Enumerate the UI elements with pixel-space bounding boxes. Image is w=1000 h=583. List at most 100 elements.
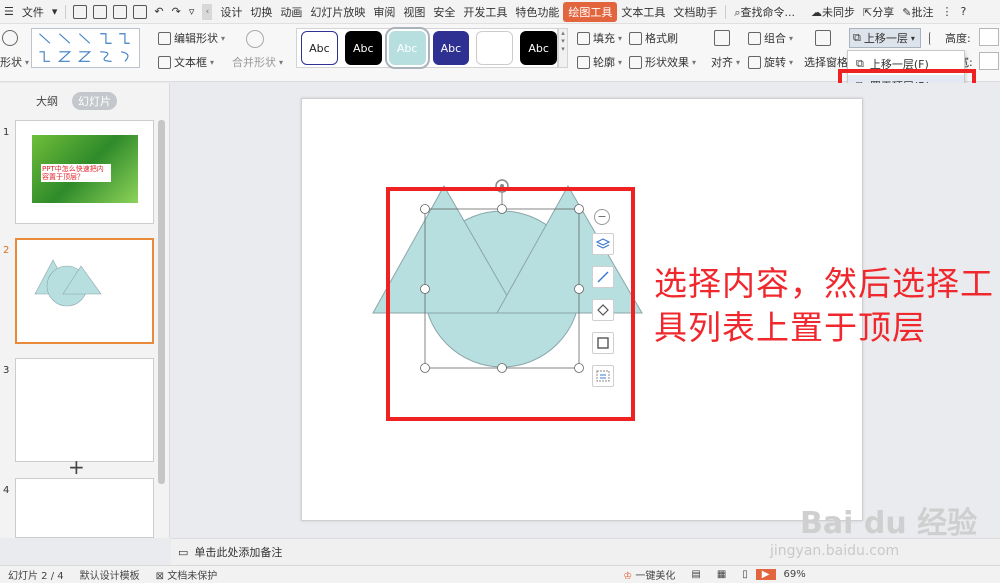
fill-button[interactable]: 填充 ▾ <box>577 30 622 46</box>
chevron-down-icon: ▾ <box>910 33 915 43</box>
hamburger-icon[interactable]: ☰ <box>0 5 18 18</box>
share-button[interactable]: ⇱分享 <box>859 4 898 20</box>
slide-number: 4 <box>3 485 10 496</box>
print-icon[interactable] <box>113 4 128 19</box>
panel-scrollbar[interactable] <box>158 120 165 484</box>
shape-label: 形状 <box>0 56 22 69</box>
template-name[interactable]: 默认设计模板 <box>72 567 148 582</box>
selection-pane-label: 选择窗格 <box>804 56 848 69</box>
tab-slideshow[interactable]: 幻灯片放映 <box>306 4 369 20</box>
undo-icon[interactable]: ↶ <box>150 5 167 18</box>
chevron-down-icon: ▾ <box>25 57 30 67</box>
tab-doc-assistant[interactable]: 文档助手 <box>669 4 721 20</box>
shape-button[interactable]: 形状 ▾ <box>0 54 29 70</box>
slide-thumbnail-4[interactable] <box>15 478 154 538</box>
tab-features[interactable]: 特色功能 <box>511 4 563 20</box>
textbox-label: 文本框 <box>174 56 207 69</box>
menu-file[interactable]: 文件 <box>18 4 48 20</box>
tab-animation[interactable]: 动画 <box>276 4 306 20</box>
thumbnail-shapes <box>34 259 102 307</box>
align-button[interactable]: 对齐 ▾ <box>711 54 740 70</box>
align-label: 对齐 <box>711 56 733 69</box>
play-button[interactable]: ▶ <box>755 569 776 580</box>
search-command[interactable]: ⌕查找命令... <box>730 4 799 20</box>
connector-gallery[interactable] <box>31 28 140 68</box>
shape-insert-icon[interactable] <box>2 30 18 46</box>
format-painter-icon[interactable] <box>93 4 108 19</box>
merge-shape-icon[interactable] <box>246 30 264 48</box>
style-swatch-black[interactable]: Abc <box>344 31 382 65</box>
textbox-icon <box>158 55 171 69</box>
chevron-down-icon: ▾ <box>736 57 741 67</box>
help-button[interactable]: ? <box>956 5 970 18</box>
redo-icon[interactable]: ↷ <box>168 5 185 18</box>
style-swatch-white[interactable] <box>476 31 514 65</box>
selection-pane-icon[interactable] <box>815 30 831 46</box>
cloud-icon: ☁ <box>811 5 823 19</box>
chevron-down-icon: ▾ <box>618 33 623 43</box>
chevron-down-icon: ▾ <box>221 33 226 43</box>
chevron-down-icon: ▾ <box>279 57 284 67</box>
merge-shape-button[interactable]: 合并形状 ▾ <box>232 54 283 70</box>
tab-drawing-tools[interactable]: 绘图工具 <box>563 1 618 22</box>
tab-security[interactable]: 安全 <box>429 4 459 20</box>
tab-review[interactable]: 审阅 <box>369 4 399 20</box>
tab-developer[interactable]: 开发工具 <box>459 4 511 20</box>
height-field[interactable] <box>979 28 999 46</box>
slide-number: 3 <box>3 365 10 376</box>
gallery-scroll[interactable]: ▴ ▾ ▾ <box>558 28 568 68</box>
slide-thumbnail-2[interactable] <box>15 238 154 344</box>
style-swatch-white-outline[interactable]: Abc <box>301 31 338 65</box>
save-icon[interactable] <box>73 4 88 19</box>
group-icon <box>748 31 761 45</box>
tab-outline[interactable]: 大纲 <box>30 92 64 110</box>
shape-effects-button[interactable]: 形状效果 ▾ <box>629 54 696 70</box>
tab-transition[interactable]: 切换 <box>246 4 276 20</box>
print-preview-icon[interactable] <box>133 4 148 19</box>
zoom-level[interactable]: 69% <box>776 569 814 580</box>
comment-button[interactable]: ✎批注 <box>898 4 937 20</box>
view-sorter-icon[interactable]: ▦ <box>709 569 734 580</box>
annotation-text: 选择内容，然后选择工具列表上置于顶层 <box>654 264 994 347</box>
protect-status[interactable]: ⊠ 文档未保护 <box>148 567 226 582</box>
outline-button[interactable]: 轮廓 ▾ <box>577 54 622 70</box>
more-icon[interactable]: ⋮ <box>937 5 956 18</box>
outline-icon <box>577 55 590 69</box>
edit-shape-button[interactable]: 编辑形状 ▾ <box>158 30 225 46</box>
share-label: 分享 <box>872 5 895 19</box>
rotate-button[interactable]: 旋转 ▾ <box>748 54 793 70</box>
beautify-button[interactable]: ♔ 一键美化 <box>615 567 683 582</box>
customize-icon[interactable]: ▿ <box>185 5 199 18</box>
tab-scroll-left-icon[interactable]: ‹ <box>202 3 213 20</box>
fill-label: 填充 <box>593 32 615 45</box>
style-swatch-navy[interactable]: Abc <box>432 31 470 65</box>
tab-slides[interactable]: 幻灯片 <box>72 92 117 110</box>
tab-view[interactable]: 视图 <box>399 4 429 20</box>
textbox-button[interactable]: 文本框 ▾ <box>158 54 214 70</box>
rotate-icon <box>748 55 761 69</box>
align-icon[interactable] <box>714 30 730 46</box>
search-label: 查找命令... <box>740 5 796 19</box>
edit-shape-label: 编辑形状 <box>174 32 218 45</box>
bring-forward-button[interactable]: ⧉ 上移一层 ▾ <box>849 28 921 48</box>
slide-thumbnail-3[interactable] <box>15 358 154 462</box>
bring-forward-label: 上移一层 <box>863 32 908 45</box>
view-normal-icon[interactable]: ▤ <box>683 569 708 580</box>
style-swatch-black-2[interactable]: Abc <box>520 31 557 65</box>
selection-pane-button[interactable]: 选择窗格 <box>804 54 848 70</box>
style-swatch-light-blue[interactable]: Abc <box>384 27 430 69</box>
chevron-down-icon[interactable]: ▾ <box>48 5 62 18</box>
view-reading-icon[interactable]: ▯ <box>734 569 756 580</box>
share-icon: ⇱ <box>863 5 873 19</box>
slide-thumbnail-1[interactable]: PPT中怎么快速把内容置于顶层？ <box>15 120 154 224</box>
add-slide-button[interactable]: + <box>68 455 85 479</box>
group-label: 组合 <box>764 32 786 45</box>
width-field[interactable] <box>979 52 999 70</box>
tab-design[interactable]: 设计 <box>216 4 246 20</box>
group-button[interactable]: 组合 ▾ <box>748 30 793 46</box>
sync-status[interactable]: ☁未同步 <box>807 4 859 20</box>
fill-icon <box>577 31 590 45</box>
format-brush-label: 格式刷 <box>645 32 678 45</box>
format-brush-button[interactable]: 格式刷 <box>629 30 678 46</box>
tab-text-tools[interactable]: 文本工具 <box>617 4 669 20</box>
